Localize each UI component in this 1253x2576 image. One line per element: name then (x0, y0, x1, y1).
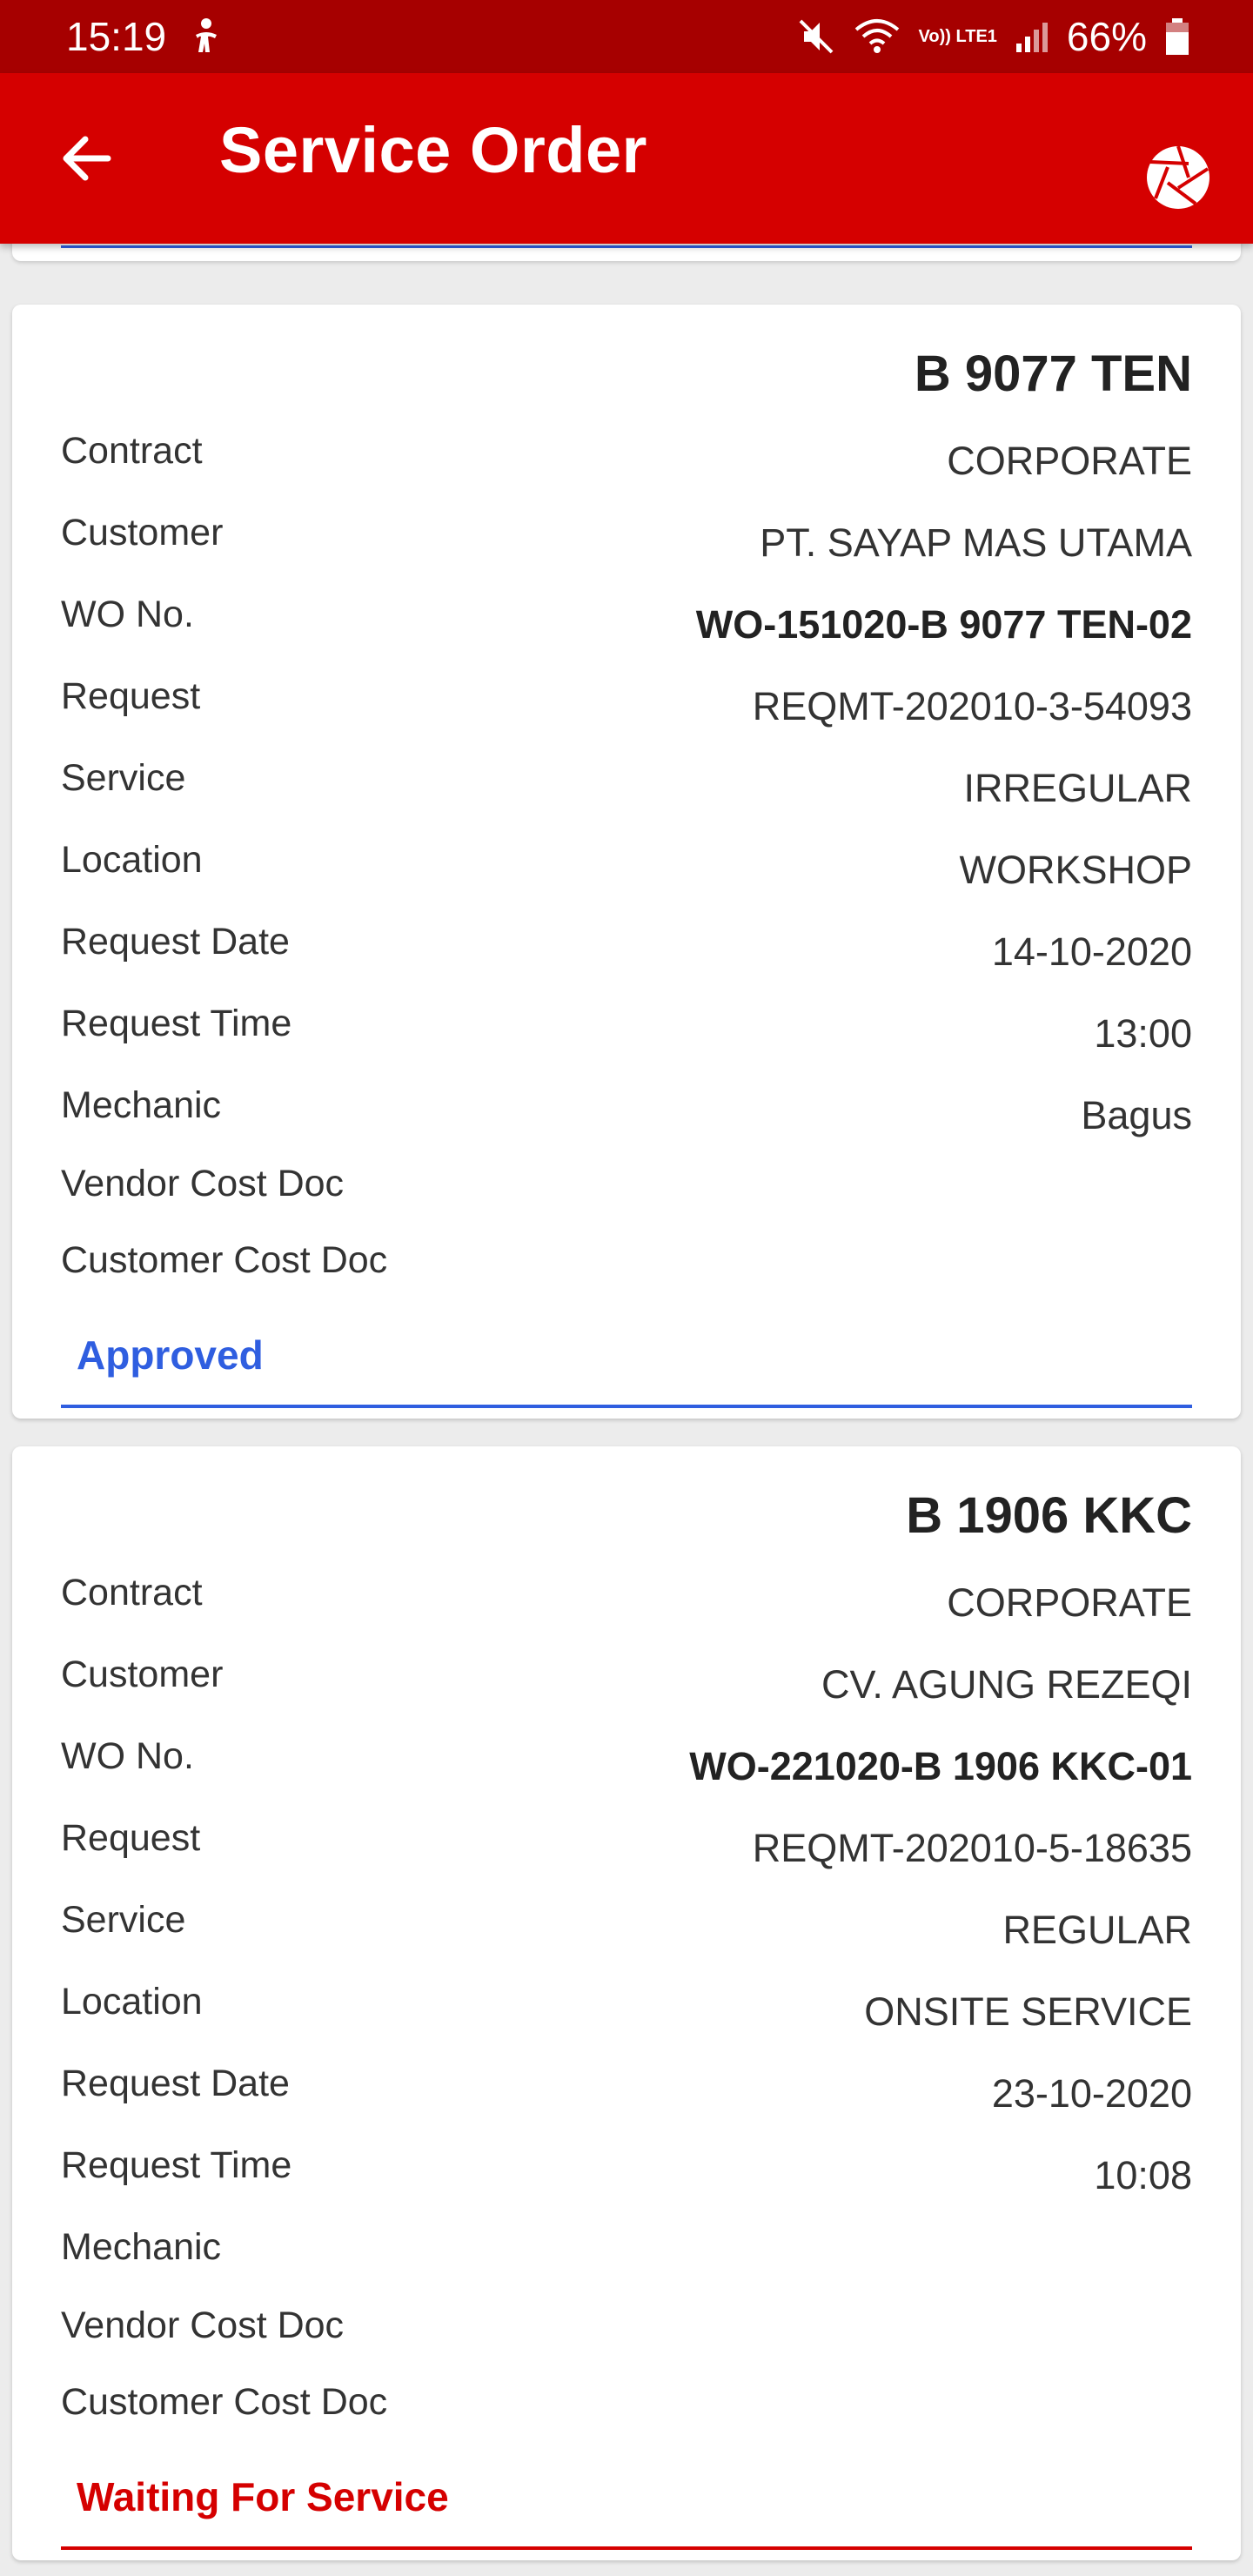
request-label: Request (61, 675, 201, 717)
customer-value: CV. AGUNG REZEQI (821, 1662, 1192, 1707)
back-button[interactable] (54, 125, 120, 191)
request-date-label: Request Date (61, 2063, 290, 2104)
contract-label: Contract (61, 1572, 203, 1613)
contract-value: CORPORATE (947, 439, 1192, 483)
contract-value: CORPORATE (947, 1580, 1192, 1625)
order-card[interactable]: B 1906 KKC Contract CORPORATE Customer C… (12, 1446, 1241, 2560)
status-underline (61, 2546, 1192, 2550)
mute-icon (797, 17, 835, 56)
camera-shutter-icon (1147, 145, 1209, 209)
battery-percent: 66% (1066, 14, 1147, 59)
customer-label: Customer (61, 512, 224, 553)
customer-cost-doc-label: Customer Cost Doc (61, 2381, 388, 2423)
request-time-value: 10:08 (1094, 2153, 1192, 2197)
mechanic-label: Mechanic (61, 2226, 222, 2268)
service-label: Service (61, 757, 186, 799)
volte-indicator: Vo)) LTE1 (918, 27, 997, 46)
status-underline (61, 1405, 1192, 1408)
contract-label: Contract (61, 430, 203, 472)
vehicle-plate: B 9077 TEN (914, 345, 1192, 402)
camera-shutter-button[interactable] (1143, 143, 1213, 212)
accessibility-icon (189, 17, 224, 56)
order-status: Waiting For Service (77, 2474, 449, 2519)
page-title: Service Order (219, 114, 647, 186)
request-value: REQMT-202010-3-54093 (752, 684, 1192, 728)
order-card[interactable]: B 9077 TEN Contract CORPORATE Customer P… (12, 305, 1241, 1419)
service-value: IRREGULAR (963, 766, 1192, 810)
request-time-label: Request Time (61, 2144, 292, 2186)
customer-cost-doc-label: Customer Cost Doc (61, 1239, 388, 1281)
service-value: REGULAR (1002, 1908, 1192, 1952)
status-bar: 15:19 Vo)) LTE1 66% (0, 0, 1253, 73)
customer-value: PT. SAYAP MAS UTAMA (760, 520, 1192, 565)
arrow-left-icon (63, 136, 111, 181)
wo-no-value: WO-221020-B 1906 KKC-01 (689, 1744, 1192, 1788)
location-value: ONSITE SERVICE (864, 1989, 1192, 2034)
request-time-label: Request Time (61, 1003, 292, 1044)
mechanic-value: Bagus (1081, 1093, 1192, 1137)
vendor-cost-doc-label: Vendor Cost Doc (61, 1163, 345, 1204)
request-time-value: 13:00 (1094, 1011, 1192, 1056)
request-date-value: 23-10-2020 (991, 2071, 1192, 2116)
wifi-icon (853, 17, 901, 56)
location-label: Location (61, 1981, 203, 2023)
order-status: Approved (77, 1332, 264, 1378)
vendor-cost-doc-label: Vendor Cost Doc (61, 2304, 345, 2346)
request-label: Request (61, 1817, 201, 1859)
request-value: REQMT-202010-5-18635 (752, 1826, 1192, 1870)
status-time: 15:19 (66, 14, 167, 59)
battery-icon (1164, 17, 1190, 57)
request-date-value: 14-10-2020 (991, 929, 1192, 974)
location-value: WORKSHOP (959, 848, 1192, 892)
service-label: Service (61, 1899, 186, 1941)
wo-no-label: WO No. (61, 1735, 194, 1777)
mechanic-label: Mechanic (61, 1084, 222, 1126)
wo-no-value: WO-151020-B 9077 TEN-02 (695, 602, 1192, 647)
customer-label: Customer (61, 1654, 224, 1695)
signal-icon (1015, 17, 1049, 56)
vehicle-plate: B 1906 KKC (906, 1487, 1192, 1544)
status-underline (61, 245, 1192, 248)
request-date-label: Request Date (61, 921, 290, 963)
wo-no-label: WO No. (61, 594, 194, 635)
location-label: Location (61, 839, 203, 881)
app-bar: Service Order (0, 73, 1253, 244)
